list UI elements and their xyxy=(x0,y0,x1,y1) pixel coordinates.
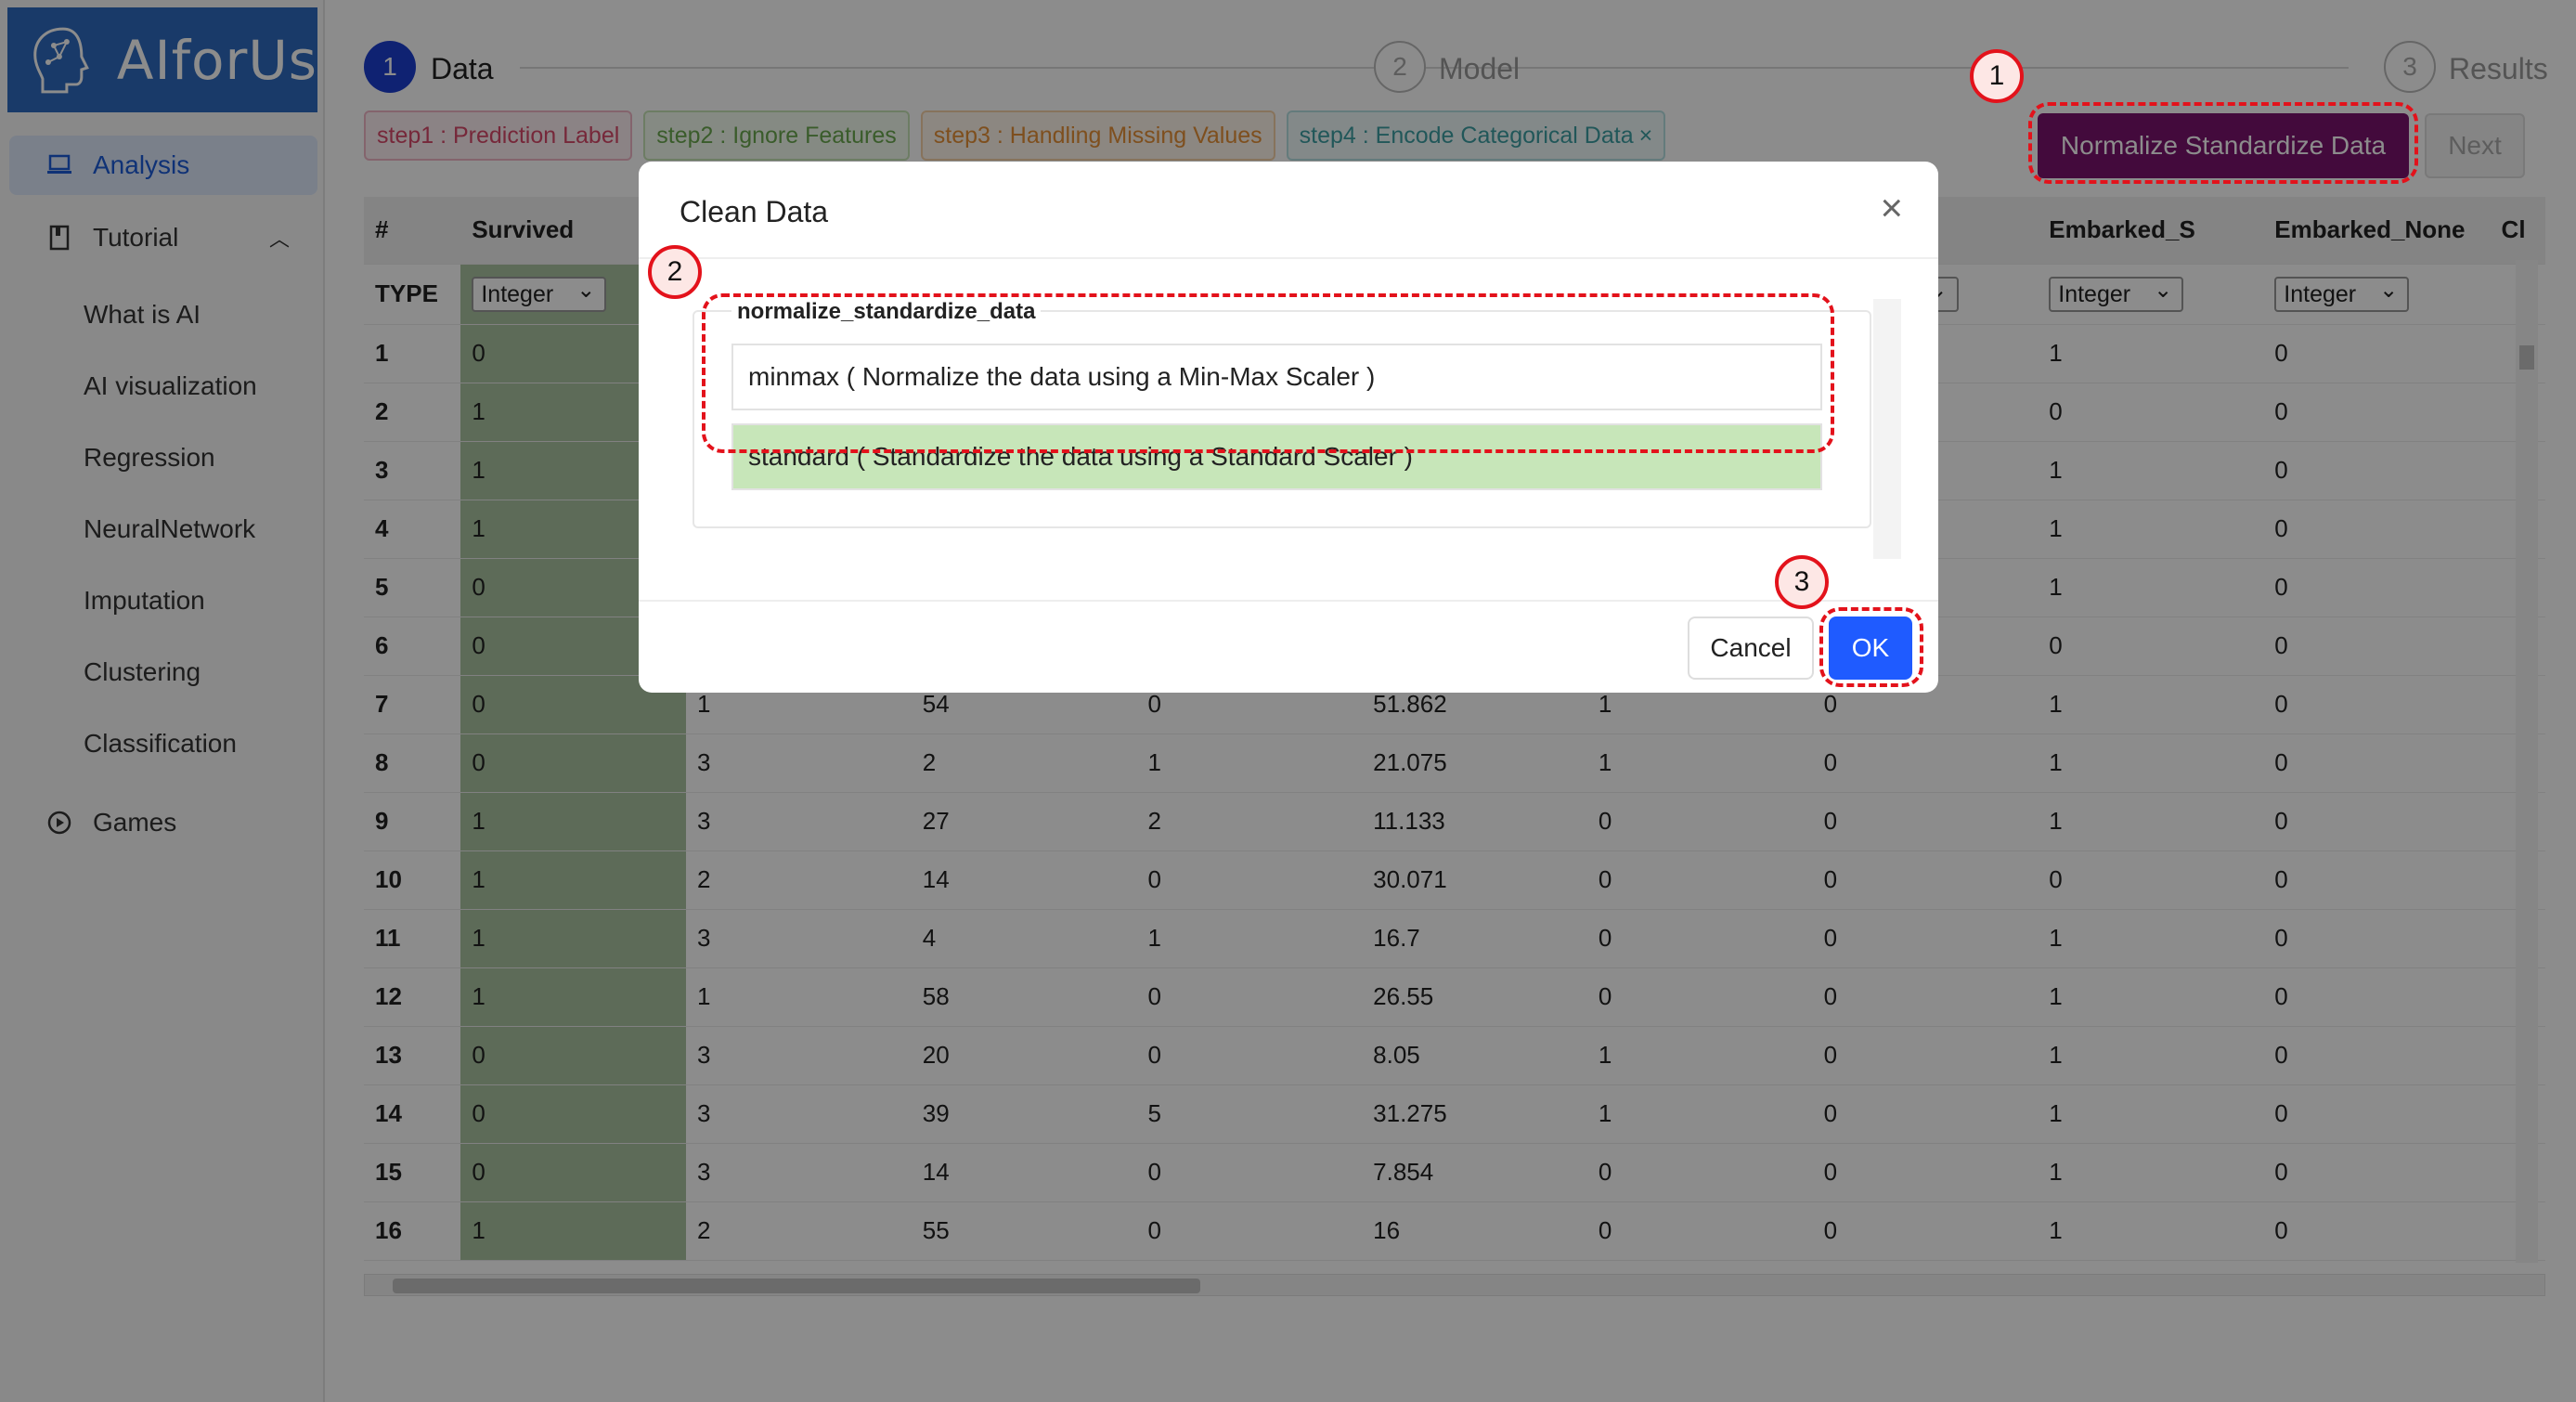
highlight-options xyxy=(702,293,1834,453)
cancel-button[interactable]: Cancel xyxy=(1688,617,1814,680)
divider xyxy=(639,600,1938,602)
dialog-scrollbar[interactable] xyxy=(1873,299,1901,559)
divider xyxy=(639,257,1938,259)
highlight-ok-button xyxy=(1819,607,1923,687)
annotation-badge-3: 3 xyxy=(1775,555,1829,609)
app-root: AIforUs Analysis Tutorial ︿ What is AI A… xyxy=(0,0,2576,1402)
dialog-title: Clean Data xyxy=(680,195,829,228)
close-icon[interactable]: × xyxy=(1880,186,1903,230)
clean-data-dialog: Clean Data × normalize_standardize_data … xyxy=(639,162,1938,693)
annotation-badge-2: 2 xyxy=(648,245,702,299)
highlight-normalize-button xyxy=(2028,102,2418,184)
annotation-badge-1: 1 xyxy=(1970,49,2024,103)
